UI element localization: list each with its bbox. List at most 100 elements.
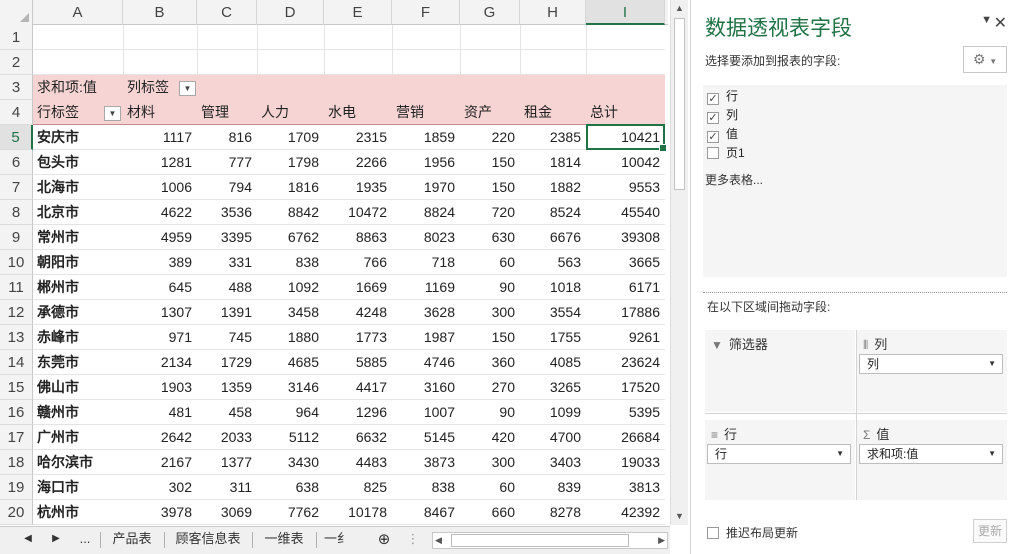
value-cell[interactable]: 1359 [197,375,257,400]
grand-total-cell[interactable]: 9261 [586,325,665,350]
scroll-right-icon[interactable]: ▶ [658,533,665,548]
value-cell[interactable]: 1709 [257,125,324,150]
value-cell[interactable]: 3628 [392,300,460,325]
value-cell[interactable]: 302 [123,475,197,500]
row-header-20[interactable]: 20 [0,500,33,525]
value-cell[interactable]: 488 [197,275,257,300]
filters-area[interactable]: ▼ 筛选器 [705,330,855,412]
value-cell[interactable]: 1987 [392,325,460,350]
value-cell[interactable]: 816 [197,125,257,150]
value-cell[interactable]: 1814 [520,150,586,175]
value-cell[interactable]: 458 [197,400,257,425]
row-header-19[interactable]: 19 [0,475,33,500]
checkbox-unchecked-icon[interactable] [707,527,719,539]
column-header-h[interactable]: H [520,0,586,25]
value-cell[interactable]: 1956 [392,150,460,175]
row-label-cell[interactable]: 北海市 [33,175,123,200]
value-cell[interactable]: 270 [460,375,520,400]
value-cell[interactable]: 645 [123,275,197,300]
value-cell[interactable]: 5885 [324,350,392,375]
tab-products[interactable]: 产品表 [104,527,160,554]
value-cell[interactable]: 563 [520,250,586,275]
value-cell[interactable]: 1391 [197,300,257,325]
value-cell[interactable]: 1729 [197,350,257,375]
row-header-11[interactable]: 11 [0,275,33,300]
value-cell[interactable]: 4483 [324,450,392,475]
row-header-3[interactable]: 3 [0,75,33,100]
value-cell[interactable]: 10472 [324,200,392,225]
column-header-b[interactable]: B [123,0,197,25]
field-item-row[interactable]: ✓ 行 [707,88,738,106]
field-item-column[interactable]: ✓ 列 [707,107,738,125]
value-cell[interactable]: 3458 [257,300,324,325]
column-filter-dropdown[interactable]: ▼ [179,81,196,96]
value-cell[interactable]: 150 [460,325,520,350]
row-header-5[interactable]: 5 [0,125,33,150]
value-cell[interactable]: 1880 [257,325,324,350]
value-cell[interactable]: 638 [257,475,324,500]
pivot-col-header[interactable]: 营销 [392,100,460,125]
value-cell[interactable]: 220 [460,125,520,150]
column-header-i[interactable]: I [586,0,665,25]
value-cell[interactable]: 2266 [324,150,392,175]
value-cell[interactable]: 60 [460,475,520,500]
splitter-handle-icon[interactable]: ⋮ [406,527,420,554]
value-cell[interactable]: 331 [197,250,257,275]
row-label-cell[interactable]: 佛山市 [33,375,123,400]
row-filter-dropdown[interactable]: ▼ [104,106,121,121]
row-header-2[interactable]: 2 [0,50,33,75]
value-cell[interactable]: 3146 [257,375,324,400]
value-cell[interactable]: 481 [123,400,197,425]
pivot-col-header[interactable]: 租金 [520,100,586,125]
value-cell[interactable]: 1935 [324,175,392,200]
value-cell[interactable]: 3554 [520,300,586,325]
value-cell[interactable]: 1882 [520,175,586,200]
value-cell[interactable]: 3403 [520,450,586,475]
value-cell[interactable]: 1169 [392,275,460,300]
row-header-4[interactable]: 4 [0,100,33,125]
horizontal-scroll-thumb[interactable] [451,534,629,547]
value-cell[interactable]: 838 [392,475,460,500]
grand-total-cell[interactable]: 3665 [586,250,665,275]
value-cell[interactable]: 3395 [197,225,257,250]
value-cell[interactable]: 1307 [123,300,197,325]
row-label-cell[interactable]: 广州市 [33,425,123,450]
value-cell[interactable]: 1117 [123,125,197,150]
value-cell[interactable]: 630 [460,225,520,250]
value-cell[interactable]: 1859 [392,125,460,150]
value-cell[interactable]: 2033 [197,425,257,450]
value-cell[interactable]: 6762 [257,225,324,250]
defer-update-option[interactable]: 推迟布局更新 [707,524,798,541]
row-label-cell[interactable]: 安庆市 [33,125,123,150]
value-cell[interactable]: 389 [123,250,197,275]
field-item-page1[interactable]: 页1 [707,145,745,163]
value-cell[interactable]: 838 [257,250,324,275]
row-label-cell[interactable]: 杭州市 [33,500,123,525]
pivot-values-label[interactable]: 求和项:值 [33,75,123,100]
value-cell[interactable]: 7762 [257,500,324,525]
update-button[interactable]: 更新 [973,519,1007,543]
value-cell[interactable]: 1092 [257,275,324,300]
tab-truncated[interactable]: 一纟 [320,527,354,554]
value-cell[interactable]: 3069 [197,500,257,525]
value-cell[interactable]: 150 [460,175,520,200]
pivot-col-header[interactable]: 管理 [197,100,257,125]
value-cell[interactable]: 839 [520,475,586,500]
pane-options-chevron-icon[interactable]: ▼ [981,14,992,26]
value-cell[interactable]: 3873 [392,450,460,475]
value-cell[interactable]: 720 [460,200,520,225]
column-header-f[interactable]: F [392,0,460,25]
value-cell[interactable]: 2385 [520,125,586,150]
value-cell[interactable]: 311 [197,475,257,500]
value-cell[interactable]: 4622 [123,200,197,225]
value-cell[interactable]: 825 [324,475,392,500]
tab-customer-info[interactable]: 顾客信息表 [168,527,248,554]
value-cell[interactable]: 90 [460,400,520,425]
grand-total-cell[interactable]: 5395 [586,400,665,425]
grand-total-cell[interactable]: 6171 [586,275,665,300]
grand-total-cell[interactable]: 39308 [586,225,665,250]
grand-total-cell[interactable]: 26684 [586,425,665,450]
row-label-cell[interactable]: 东莞市 [33,350,123,375]
value-cell[interactable]: 3536 [197,200,257,225]
field-item-value[interactable]: ✓ 值 [707,126,738,144]
